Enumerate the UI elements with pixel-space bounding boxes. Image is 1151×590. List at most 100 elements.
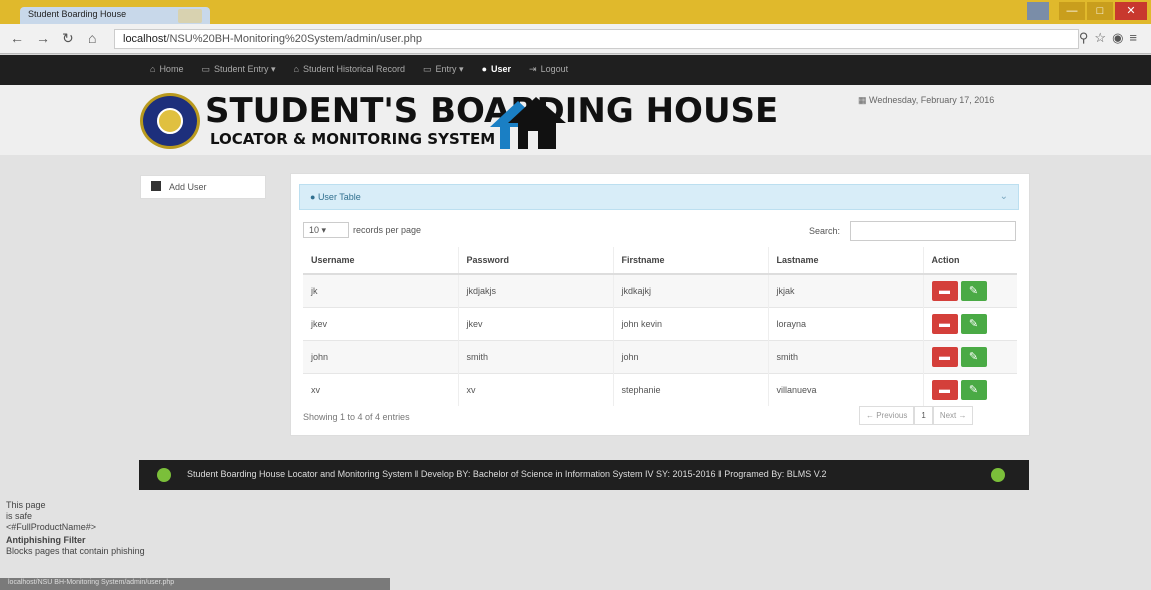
cell-lastname: jkjak bbox=[767, 273, 923, 307]
cell-firstname: john bbox=[612, 339, 768, 373]
delete-button[interactable]: ▬ bbox=[931, 346, 958, 367]
cell-password: smith bbox=[457, 339, 613, 373]
site-subtitle: LOCATOR & MONITORING SYSTEM bbox=[210, 130, 496, 148]
user-icon: ● bbox=[481, 64, 487, 74]
pagination: ← Previous 1 Next → bbox=[859, 406, 974, 425]
records-per-page-label: records per page bbox=[353, 225, 422, 235]
edit-button[interactable]: ✎ bbox=[960, 346, 987, 367]
logout-icon: ⇥ bbox=[529, 64, 537, 74]
maximize-button[interactable]: □ bbox=[1087, 2, 1113, 20]
chevron-down-icon[interactable]: ⌄ bbox=[1000, 191, 1008, 202]
table-row: jkev jkev john kevin lorayna ▬ ✎ bbox=[303, 306, 1017, 340]
minimize-button[interactable]: — bbox=[1059, 2, 1085, 20]
url-path: /NSU%20BH-Monitoring%20System/admin/user… bbox=[166, 33, 422, 45]
user-table: Username Password Firstname Lastname Act… bbox=[303, 247, 1017, 406]
add-user-label: Add User bbox=[169, 182, 207, 192]
house-logo-icon bbox=[490, 97, 566, 149]
user-table-panel: ● User Table ⌄ 10 ▾ records per page Sear… bbox=[290, 173, 1030, 436]
delete-button[interactable]: ▬ bbox=[931, 379, 958, 400]
window-controls: — □ ✕ bbox=[1027, 2, 1147, 20]
cell-lastname: smith bbox=[767, 339, 923, 373]
cell-password: jkdjakjs bbox=[457, 273, 613, 307]
address-bar-row: ← → ↻ ⌂ localhost/NSU%20BH-Monitoring%20… bbox=[0, 24, 1151, 54]
cell-action: ▬ ✎ bbox=[922, 339, 1017, 373]
column-header-firstname[interactable]: Firstname bbox=[612, 247, 768, 275]
current-date: ▦ Wednesday, February 17, 2016 bbox=[858, 95, 995, 105]
home-icon: ⌂ bbox=[150, 64, 156, 74]
cell-lastname: villanueva bbox=[767, 372, 923, 406]
forward-icon[interactable]: → bbox=[36, 30, 50, 46]
prev-arrow-icon[interactable] bbox=[157, 468, 171, 482]
cell-password: jkev bbox=[457, 306, 613, 340]
search-label: Search: bbox=[809, 226, 841, 236]
browser-titlebar: Student Boarding House × — □ ✕ bbox=[0, 0, 1151, 24]
school-seal-logo bbox=[140, 93, 200, 149]
column-header-username[interactable]: Username bbox=[303, 247, 458, 275]
nav-item-historical-record[interactable]: ⌂ Student Historical Record bbox=[294, 64, 405, 75]
url-input[interactable]: localhost/NSU%20BH-Monitoring%20System/a… bbox=[114, 29, 1079, 49]
folder-icon: ▭ bbox=[423, 64, 432, 74]
column-header-action: Action bbox=[922, 247, 1017, 275]
nav-item-entry[interactable]: ▭ Entry ▾ bbox=[423, 64, 464, 75]
antiphishing-overlay: This page is safe <#FullProductName#> An… bbox=[6, 500, 145, 556]
table-info: Showing 1 to 4 of 4 entries bbox=[303, 412, 410, 422]
cell-username: xv bbox=[303, 372, 458, 406]
new-tab-button[interactable] bbox=[178, 9, 202, 23]
edit-button[interactable]: ✎ bbox=[960, 280, 987, 301]
table-row: john smith john smith ▬ ✎ bbox=[303, 339, 1017, 373]
panel-title: User Table bbox=[317, 192, 361, 202]
menu-icon[interactable]: ≡ bbox=[1129, 30, 1143, 45]
records-per-page: 10 ▾ records per page bbox=[303, 222, 421, 238]
delete-button[interactable]: ▬ bbox=[931, 280, 958, 301]
table-row: jk jkdjakjs jkdkajkj jkjak ▬ ✎ bbox=[303, 273, 1017, 307]
tab-title: Student Boarding House bbox=[28, 9, 127, 19]
nav-item-student-entry[interactable]: ▭ Student Entry ▾ bbox=[201, 64, 275, 75]
url-host: localhost bbox=[123, 33, 167, 45]
cell-firstname: john kevin bbox=[612, 306, 768, 340]
search-input[interactable] bbox=[850, 221, 1016, 241]
close-window-button[interactable]: ✕ bbox=[1115, 2, 1147, 20]
footer-text: Student Boarding House Locator and Monit… bbox=[187, 469, 827, 479]
column-header-password[interactable]: Password bbox=[457, 247, 613, 275]
zoom-icon[interactable]: ⚲ bbox=[1079, 30, 1095, 45]
next-page-button[interactable]: Next → bbox=[932, 406, 974, 425]
records-per-page-select[interactable]: 10 ▾ bbox=[303, 222, 349, 238]
back-icon[interactable]: ← bbox=[10, 30, 24, 46]
app-navbar: ⌂ Home ▭ Student Entry ▾ ⌂ Student Historic… bbox=[0, 55, 1151, 85]
cell-action: ▬ ✎ bbox=[922, 273, 1017, 307]
panel-heading: ● User Table ⌄ bbox=[299, 184, 1019, 210]
cell-username: john bbox=[303, 339, 458, 373]
cell-username: jkev bbox=[303, 306, 458, 340]
reload-icon[interactable]: ↻ bbox=[62, 30, 74, 47]
cell-action: ▬ ✎ bbox=[922, 372, 1017, 406]
page-1-button[interactable]: 1 bbox=[914, 406, 933, 425]
table-row: xv xv stephanie villanueva ▬ ✎ bbox=[303, 372, 1017, 406]
delete-button[interactable]: ▬ bbox=[931, 313, 958, 334]
browser-tools: ⚲☆◉≡ bbox=[1079, 30, 1143, 46]
extension-icon[interactable]: ◉ bbox=[1112, 30, 1129, 45]
add-user-button[interactable]: Add User bbox=[140, 175, 266, 199]
bookmark-star-icon[interactable]: ☆ bbox=[1094, 30, 1112, 45]
profile-icon[interactable] bbox=[1027, 2, 1049, 20]
nav-item-user[interactable]: ● User bbox=[482, 64, 511, 75]
main-content: Add User ● User Table ⌄ 10 ▾ records per … bbox=[0, 155, 1151, 590]
previous-page-button[interactable]: ← Previous bbox=[859, 406, 915, 425]
browser-status-bar: localhost/NSU BH-Monitoring System/admin… bbox=[0, 578, 390, 590]
calendar-icon: ▦ bbox=[858, 95, 870, 105]
site-header: STUDENT'S BOARDING HOUSE LOCATOR & MONIT… bbox=[0, 85, 1151, 155]
edit-button[interactable]: ✎ bbox=[960, 379, 987, 400]
cell-password: xv bbox=[457, 372, 613, 406]
cell-action: ▬ ✎ bbox=[922, 306, 1017, 340]
column-header-lastname[interactable]: Lastname bbox=[767, 247, 923, 275]
site-footer: Student Boarding House Locator and Monit… bbox=[139, 460, 1029, 490]
nav-item-logout[interactable]: ⇥ Logout bbox=[529, 64, 568, 75]
folder-icon: ▭ bbox=[201, 64, 210, 74]
cell-username: jk bbox=[303, 273, 458, 307]
cell-firstname: stephanie bbox=[612, 372, 768, 406]
next-arrow-icon[interactable] bbox=[991, 468, 1005, 482]
user-icon: ● bbox=[310, 192, 318, 202]
home-icon[interactable]: ⌂ bbox=[88, 30, 96, 46]
edit-button[interactable]: ✎ bbox=[960, 313, 987, 334]
cell-firstname: jkdkajkj bbox=[612, 273, 768, 307]
nav-item-home[interactable]: ⌂ Home bbox=[150, 64, 183, 75]
